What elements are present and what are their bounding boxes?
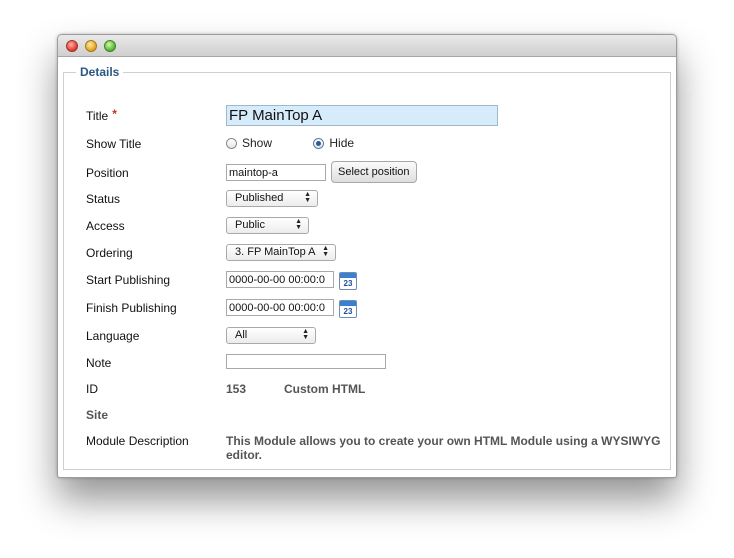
ordering-label: Ordering	[86, 246, 133, 260]
show-title-label: Show Title	[86, 137, 142, 151]
ordering-select-value: 3. FP MainTop A	[235, 246, 316, 258]
ordering-row: Ordering 3. FP MainTop A ▲ ▼	[86, 243, 676, 263]
show-title-radios: Show Hide	[226, 134, 354, 154]
show-radio-label: Show	[242, 136, 273, 150]
minimize-window-button[interactable]	[85, 40, 97, 52]
title-bar	[58, 35, 676, 57]
language-select-value: All	[235, 329, 248, 341]
finish-publishing-label: Finish Publishing	[86, 301, 177, 315]
title-label: Title *	[86, 107, 117, 123]
select-arrows-icon: ▲ ▼	[295, 218, 302, 231]
module-description-row: Module Description This Module allows yo…	[86, 431, 676, 463]
hide-radio[interactable]: Hide	[313, 136, 354, 150]
hide-radio-label: Hide	[329, 136, 355, 150]
ordering-select[interactable]: 3. FP MainTop A ▲ ▼	[226, 244, 336, 261]
show-radio[interactable]: Show	[226, 136, 272, 150]
module-description-text: This Module allows you to create your ow…	[226, 434, 661, 462]
show-radio-icon	[226, 137, 237, 149]
access-select[interactable]: Public ▲ ▼	[226, 217, 309, 234]
start-publishing-row: Start Publishing 23	[86, 270, 676, 290]
status-row: Status Published ▲ ▼	[86, 189, 676, 209]
language-select[interactable]: All ▲ ▼	[226, 327, 316, 344]
note-label: Note	[86, 356, 112, 370]
required-marker: *	[112, 107, 117, 121]
zoom-window-button[interactable]	[104, 40, 116, 52]
start-publishing-input[interactable]	[226, 271, 334, 288]
title-row: Title *	[86, 105, 676, 126]
status-label: Status	[86, 192, 121, 206]
show-title-row: Show Title Show Hide	[86, 134, 676, 154]
finish-publishing-row: Finish Publishing 23	[86, 298, 676, 318]
id-value: 153	[226, 382, 247, 396]
position-row: Position Select position	[86, 161, 676, 183]
access-label: Access	[86, 219, 125, 233]
note-input[interactable]	[226, 354, 386, 369]
start-publishing-label: Start Publishing	[86, 273, 171, 287]
id-row: ID 153 Custom HTML	[86, 379, 676, 399]
module-type: Custom HTML	[284, 382, 366, 396]
window: Details Title* Show Title Show Hide Posi	[57, 34, 677, 478]
select-arrows-icon: ▲ ▼	[322, 245, 329, 258]
details-legend: Details	[80, 65, 120, 79]
language-label: Language	[86, 329, 140, 343]
site-label: Site	[86, 408, 109, 422]
access-select-value: Public	[235, 219, 265, 231]
position-input[interactable]	[226, 164, 326, 181]
hide-radio-icon	[313, 137, 325, 149]
note-row: Note	[86, 353, 676, 373]
close-window-button[interactable]	[66, 40, 78, 52]
select-arrows-icon: ▲ ▼	[302, 328, 309, 341]
id-label: ID	[86, 382, 98, 396]
status-select[interactable]: Published ▲ ▼	[226, 190, 318, 207]
title-input[interactable]	[226, 105, 498, 126]
module-description-label: Module Description	[86, 434, 189, 448]
status-select-value: Published	[235, 192, 284, 204]
position-label: Position	[86, 166, 129, 180]
calendar-icon[interactable]: 23	[339, 300, 357, 318]
details-fieldset: Details Title* Show Title Show Hide Posi	[63, 65, 671, 470]
select-arrows-icon: ▲ ▼	[304, 191, 311, 204]
finish-publishing-input[interactable]	[226, 299, 334, 316]
language-row: Language All ▲ ▼	[86, 326, 676, 346]
select-position-button[interactable]: Select position	[331, 161, 417, 183]
calendar-icon[interactable]: 23	[339, 272, 357, 290]
access-row: Access Public ▲ ▼	[86, 216, 676, 236]
site-row: Site	[86, 405, 676, 425]
